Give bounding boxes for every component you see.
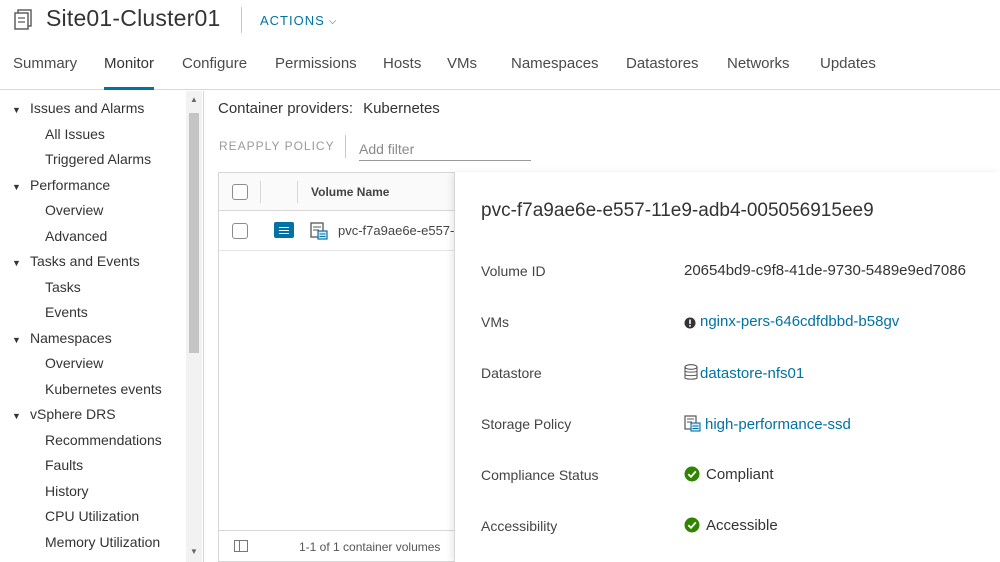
cluster-icon (14, 9, 32, 30)
caret-down-icon: ▼ (12, 411, 21, 421)
vms-label: VMs (481, 314, 509, 330)
grid-footer: 1-1 of 1 container volumes (219, 530, 455, 562)
header-divider (241, 7, 242, 33)
sidebar-item-kubernetes-events[interactable]: Kubernetes events (45, 378, 162, 400)
scroll-down-icon[interactable]: ▼ (190, 547, 198, 556)
page-title: Site01-Cluster01 (46, 5, 221, 31)
datastore-icon (684, 364, 698, 380)
grid-footer-count: 1-1 of 1 container volumes (299, 540, 441, 554)
object-header: Site01-Cluster01 ACTIONS ⌵ (0, 0, 1000, 42)
compliance-status-value: Compliant (684, 466, 774, 483)
caret-down-icon: ▼ (12, 182, 21, 192)
datastore-value: datastore-nfs01 (684, 364, 804, 382)
volume-name-cell[interactable]: pvc-f7a9ae6e-e557-11e9-adb4-005056915ee9 (338, 223, 454, 238)
sidebar-group-vsphere-drs[interactable]: ▼ vSphere DRS (12, 403, 116, 425)
table-row[interactable]: pvc-f7a9ae6e-e557-11e9-adb4-005056915ee9 (219, 211, 455, 251)
compliance-status-label: Compliance Status (481, 467, 599, 483)
accessibility-text: Accessible (706, 517, 778, 534)
actions-label: ACTIONS (260, 13, 325, 28)
sidebar-group-tasks-and-events[interactable]: ▼ Tasks and Events (12, 250, 140, 272)
detail-title: pvc-f7a9ae6e-e557-11e9-adb4-005056915ee9 (481, 200, 874, 221)
check-circle-icon (684, 517, 700, 533)
sidebar-item-performance-overview[interactable]: Overview (45, 199, 103, 221)
tab-permissions[interactable]: Permissions (275, 55, 357, 90)
sidebar-group-namespaces[interactable]: ▼ Namespaces (12, 327, 112, 349)
accessibility-value: Accessible (684, 517, 778, 534)
datastore-link[interactable]: datastore-nfs01 (700, 365, 804, 382)
tab-updates[interactable]: Updates (820, 55, 876, 90)
check-circle-icon (684, 466, 700, 482)
datastore-label: Datastore (481, 365, 542, 381)
scroll-thumb[interactable] (189, 113, 199, 353)
sidebar-group-label: Namespaces (30, 330, 112, 346)
sidebar-group-label: Performance (30, 177, 111, 193)
actions-menu-button[interactable]: ACTIONS ⌵ (260, 13, 337, 28)
volumes-grid: Volume Name pvc-f7a9ae6e-e557-11e9-adb4-… (218, 172, 455, 562)
volume-detail-panel: pvc-f7a9ae6e-e557-11e9-adb4-005056915ee9… (454, 172, 1000, 562)
sidebar-group-label: Tasks and Events (30, 253, 140, 269)
reapply-policy-button[interactable]: REAPPLY POLICY (219, 139, 335, 153)
storage-policy-link[interactable]: high-performance-ssd (705, 416, 851, 433)
sidebar-scrollbar[interactable]: ▲ ▼ (186, 91, 202, 562)
detail-pane-icon[interactable] (274, 222, 294, 238)
grid-header: Volume Name (219, 173, 455, 211)
sidebar-group-issues-and-alarms[interactable]: ▼ Issues and Alarms (12, 97, 144, 119)
accessibility-label: Accessibility (481, 518, 558, 534)
storage-policy-value: high-performance-ssd (684, 415, 851, 433)
sidebar-item-namespaces-overview[interactable]: Overview (45, 352, 103, 374)
tab-networks[interactable]: Networks (727, 55, 790, 90)
sidebar-item-history[interactable]: History (45, 480, 89, 502)
caret-down-icon: ▼ (12, 335, 21, 345)
sidebar-item-all-issues[interactable]: All Issues (45, 123, 105, 145)
vm-link[interactable]: nginx-pers-646cdfdbbd-b58gv (700, 313, 899, 330)
providers-label: Container providers: (218, 100, 354, 117)
sidebar-item-cpu-utilization[interactable]: CPU Utilization (45, 505, 139, 527)
column-divider (297, 181, 298, 203)
storage-policy-icon (684, 415, 701, 432)
container-providers: Container providers: Kubernetes (218, 100, 440, 117)
column-toggle-icon[interactable] (234, 540, 248, 552)
providers-value: Kubernetes (363, 100, 440, 117)
tab-namespaces[interactable]: Namespaces (511, 55, 599, 90)
tab-hosts[interactable]: Hosts (383, 55, 421, 90)
alert-icon (684, 317, 696, 329)
volume-id-value: 20654bd9-c9f8-41de-9730-5489e9ed7086 (684, 262, 966, 279)
tab-vms[interactable]: VMs (447, 55, 477, 90)
storage-policy-label: Storage Policy (481, 416, 572, 432)
caret-down-icon: ▼ (12, 258, 21, 268)
column-header-volume-name[interactable]: Volume Name (311, 185, 389, 199)
sidebar-group-performance[interactable]: ▼ Performance (12, 174, 110, 196)
sidebar-item-faults[interactable]: Faults (45, 454, 83, 476)
caret-down-icon: ▼ (12, 105, 21, 115)
scroll-up-icon[interactable]: ▲ (190, 95, 198, 104)
tab-bar: Summary Monitor Configure Permissions Ho… (0, 50, 1000, 90)
sidebar-item-memory-utilization[interactable]: Memory Utilization (45, 531, 160, 553)
chevron-down-icon: ⌵ (328, 16, 338, 27)
select-all-checkbox[interactable] (232, 184, 248, 200)
volume-id-label: Volume ID (481, 263, 546, 279)
sidebar-item-events[interactable]: Events (45, 301, 88, 323)
monitor-sidebar: ▼ Issues and Alarms All Issues Triggered … (0, 91, 204, 562)
tab-monitor[interactable]: Monitor (104, 55, 155, 90)
vms-value: nginx-pers-646cdfdbbd-b58gv (684, 313, 899, 330)
sidebar-group-label: Issues and Alarms (30, 100, 145, 116)
sidebar-item-triggered-alarms[interactable]: Triggered Alarms (45, 148, 151, 170)
tab-configure[interactable]: Configure (182, 55, 247, 90)
compliance-status-text: Compliant (706, 466, 774, 483)
sidebar-item-tasks[interactable]: Tasks (45, 276, 81, 298)
sidebar-group-label: vSphere DRS (30, 406, 116, 422)
sidebar-item-recommendations[interactable]: Recommendations (45, 429, 162, 451)
column-divider (260, 181, 261, 203)
tab-datastores[interactable]: Datastores (626, 55, 699, 90)
toolbar-divider (345, 135, 346, 158)
sidebar-item-advanced[interactable]: Advanced (45, 225, 107, 247)
filter-input[interactable] (359, 137, 531, 161)
tab-summary[interactable]: Summary (13, 55, 77, 90)
row-checkbox[interactable] (232, 223, 248, 239)
volume-icon (310, 222, 328, 240)
